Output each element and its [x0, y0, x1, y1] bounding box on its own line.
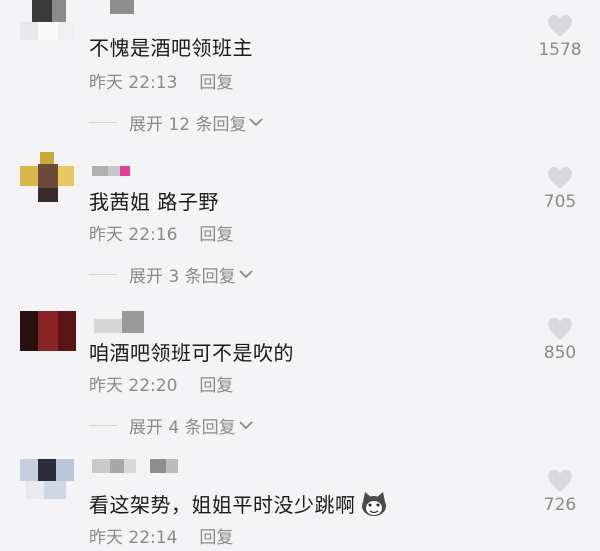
- like-button[interactable]: 1578: [534, 14, 586, 60]
- comment-text-content: 看这架势，姐姐平时没少跳啊: [89, 493, 356, 517]
- reply-button[interactable]: 回复: [199, 376, 233, 396]
- comment-text: 我茜姐 路子野: [89, 190, 219, 214]
- like-count: 850: [543, 343, 577, 363]
- heart-icon: [534, 469, 586, 493]
- comment-text: 咱酒吧领班可不是吹的: [89, 341, 294, 365]
- like-button[interactable]: 850: [534, 317, 586, 363]
- heart-icon: [534, 166, 586, 190]
- like-count: 726: [543, 495, 577, 515]
- comment-text: 看这架势，姐姐平时没少跳啊: [89, 489, 388, 522]
- expand-replies-label: 展开 3 条回复: [129, 267, 236, 287]
- avatar[interactable]: [20, 311, 76, 367]
- expand-replies-button[interactable]: 展开 3 条回复: [89, 262, 254, 287]
- reply-button[interactable]: 回复: [199, 528, 233, 548]
- reply-button[interactable]: 回复: [199, 225, 233, 245]
- comment-text: 不愧是酒吧领班主: [89, 36, 253, 60]
- husky-dog-emoji: [360, 491, 388, 522]
- comment-time: 昨天 22:14: [89, 528, 178, 548]
- expand-replies-button[interactable]: 展开 4 条回复: [89, 413, 254, 438]
- comment-meta: 昨天 22:20 回复: [89, 371, 233, 396]
- heart-icon: [534, 14, 586, 38]
- comment-meta: 昨天 22:14 回复: [89, 523, 233, 548]
- divider: [89, 122, 117, 123]
- chevron-down-icon: [248, 113, 264, 133]
- avatar[interactable]: [20, 0, 76, 46]
- expand-replies-button[interactable]: 展开 12 条回复: [89, 110, 264, 135]
- comment-time: 昨天 22:13: [89, 73, 178, 93]
- avatar[interactable]: [20, 455, 76, 511]
- expand-replies-label: 展开 12 条回复: [129, 115, 247, 135]
- like-button[interactable]: 726: [534, 469, 586, 515]
- comment-time: 昨天 22:16: [89, 225, 178, 245]
- chevron-down-icon: [238, 416, 254, 436]
- divider: [89, 425, 117, 426]
- divider: [89, 274, 117, 275]
- chevron-down-icon: [238, 265, 254, 285]
- like-count: 705: [543, 192, 577, 212]
- like-button[interactable]: 705: [534, 166, 586, 212]
- expand-replies-label: 展开 4 条回复: [129, 418, 236, 438]
- comment-meta: 昨天 22:13 回复: [89, 68, 233, 93]
- comment-time: 昨天 22:20: [89, 376, 178, 396]
- comment-meta: 昨天 22:16 回复: [89, 220, 233, 245]
- heart-icon: [534, 317, 586, 341]
- like-count: 1578: [538, 40, 582, 60]
- reply-button[interactable]: 回复: [199, 73, 233, 93]
- avatar[interactable]: [20, 152, 76, 208]
